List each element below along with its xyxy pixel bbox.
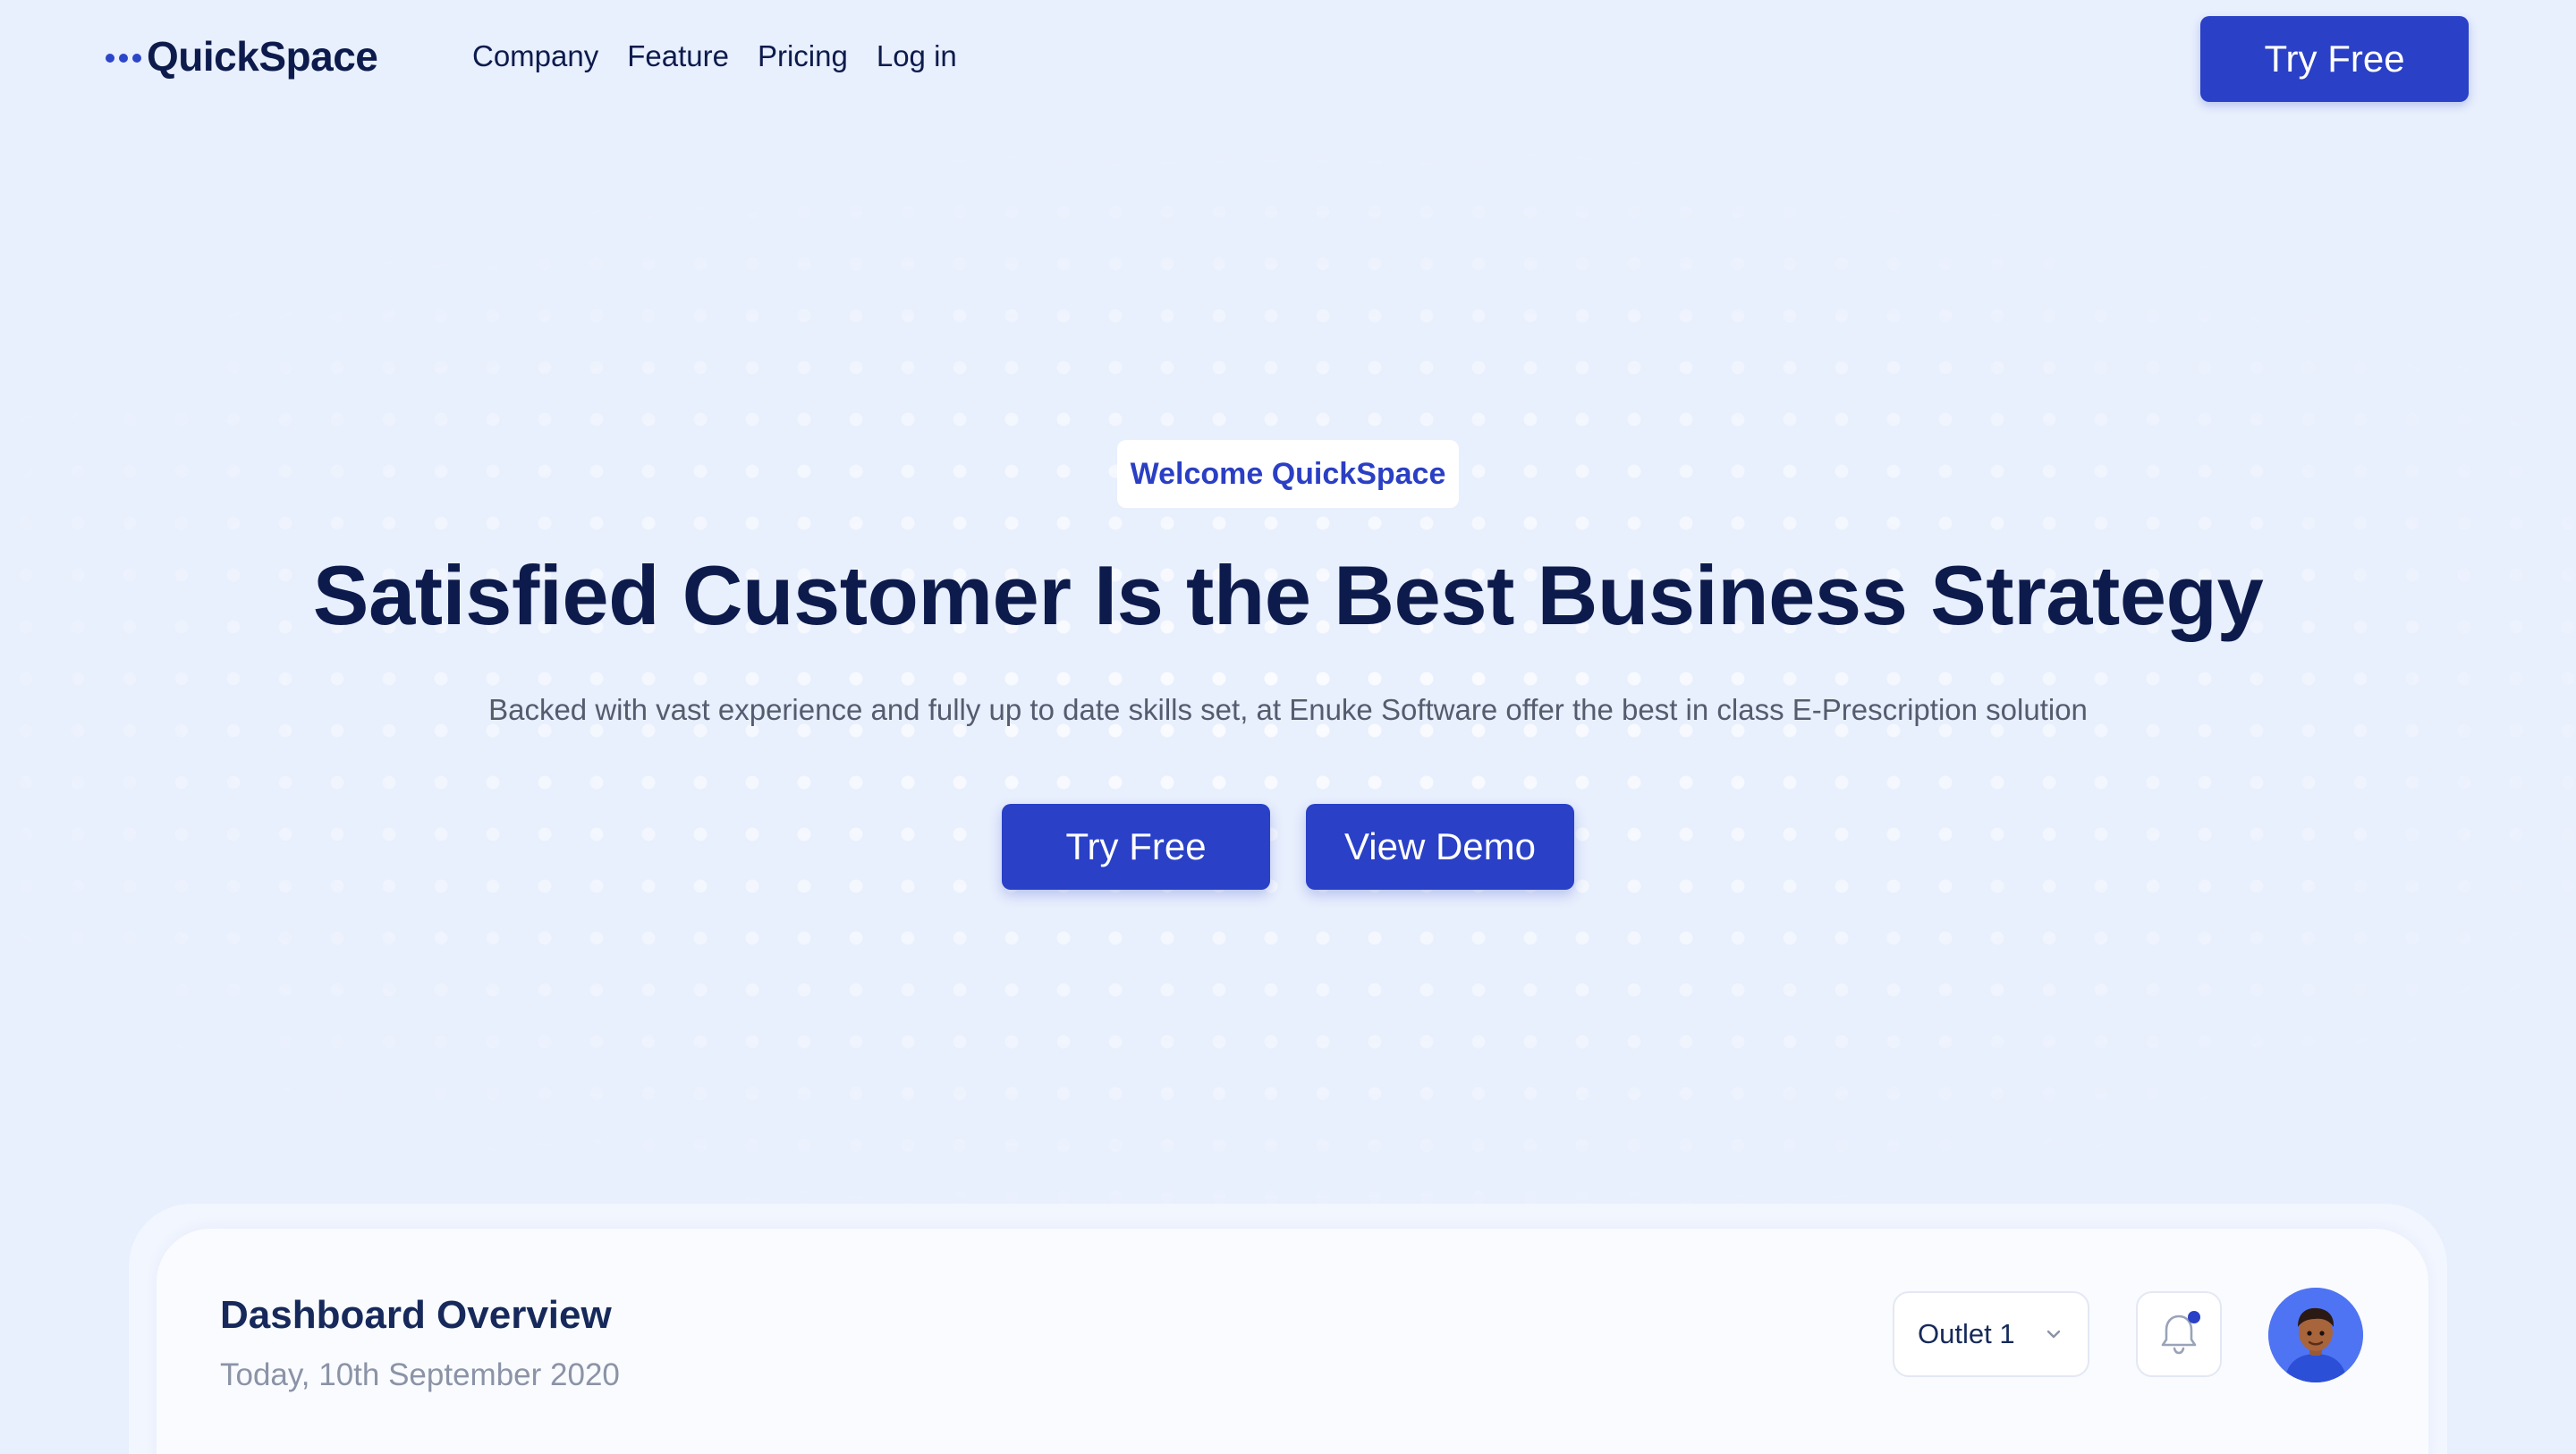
hero-title: Satisfied Customer Is the Best Business … [312, 548, 2264, 642]
nav-link-company[interactable]: Company [472, 39, 598, 73]
brand-name: QuickSpace [147, 33, 378, 80]
hero-try-free-button[interactable]: Try Free [1002, 804, 1270, 890]
dotted-background-pattern [0, 134, 2576, 1207]
outlet-select-value: Outlet 1 [1918, 1318, 2015, 1349]
outlet-select[interactable]: Outlet 1 [1893, 1291, 2089, 1377]
brand-logo[interactable]: QuickSpace [106, 32, 378, 80]
avatar-icon [2268, 1288, 2363, 1382]
logo-dots-icon [106, 54, 141, 63]
hero-view-demo-button[interactable]: View Demo [1306, 804, 1574, 890]
nav-links: Company Feature Pricing Log in [472, 39, 957, 73]
dashboard-title: Dashboard Overview [220, 1293, 612, 1337]
top-navigation: QuickSpace Company Feature Pricing Log i… [0, 0, 2576, 118]
notification-dot [2188, 1311, 2200, 1323]
nav-link-pricing[interactable]: Pricing [758, 39, 848, 73]
dashboard-date: Today, 10th September 2020 [220, 1357, 620, 1392]
welcome-badge: Welcome QuickSpace [1117, 440, 1459, 508]
hero-subtitle: Backed with vast experience and fully up… [488, 693, 2088, 726]
nav-link-login[interactable]: Log in [877, 39, 957, 73]
nav-link-feature[interactable]: Feature [627, 39, 729, 73]
nav-try-free-button[interactable]: Try Free [2200, 16, 2469, 102]
chevron-down-icon [2046, 1330, 2061, 1339]
notifications-button[interactable] [2136, 1291, 2222, 1377]
user-avatar[interactable] [2268, 1288, 2363, 1382]
